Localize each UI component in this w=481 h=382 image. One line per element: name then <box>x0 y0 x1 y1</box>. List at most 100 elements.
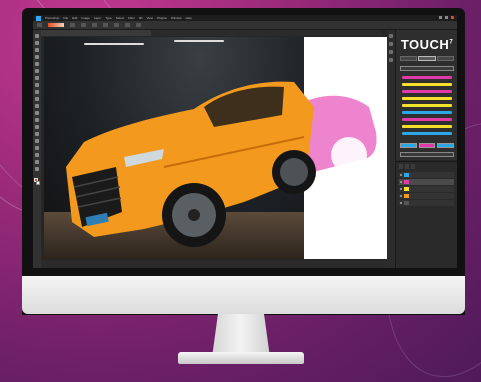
zoom-tool[interactable] <box>35 167 39 171</box>
menu-help[interactable]: Help <box>186 16 192 20</box>
menu-plugins[interactable]: Plugins <box>157 16 167 20</box>
history-brush-tool[interactable] <box>35 97 39 101</box>
touch-color-swatch[interactable] <box>402 125 452 128</box>
touch-grid-swatch[interactable] <box>437 143 455 148</box>
brush-tool[interactable] <box>35 83 39 87</box>
tools-panel <box>33 30 41 268</box>
libraries-panel-icon[interactable] <box>389 58 393 62</box>
touch-grid-swatch[interactable] <box>418 143 436 148</box>
document-tab-bar <box>41 30 381 36</box>
layer-row[interactable] <box>399 186 454 192</box>
marquee-tool[interactable] <box>35 41 39 45</box>
layer-row[interactable] <box>399 193 454 199</box>
path-selection-tool[interactable] <box>35 146 39 150</box>
front-wheel-hub <box>188 209 200 221</box>
healing-tool[interactable] <box>35 76 39 80</box>
touch-search-field[interactable] <box>400 66 454 71</box>
options-bar <box>33 21 457 30</box>
menu-type[interactable]: Type <box>105 16 112 20</box>
menu-view[interactable]: View <box>147 16 153 20</box>
eye-icon[interactable] <box>400 195 402 197</box>
menu-edit[interactable]: Edit <box>72 16 77 20</box>
reverse-checkbox[interactable] <box>125 23 130 27</box>
status-bar <box>41 260 387 268</box>
mode-dropdown[interactable] <box>103 23 108 27</box>
touch-color-swatch[interactable] <box>402 90 452 93</box>
dither-checkbox[interactable] <box>136 23 141 27</box>
opacity-field[interactable] <box>114 23 119 27</box>
touch-grid-swatch[interactable] <box>400 143 417 148</box>
magic-wand-tool[interactable] <box>35 55 39 59</box>
gradient-tool[interactable] <box>35 111 39 115</box>
tab-layers[interactable] <box>399 164 403 169</box>
menu-file[interactable]: File <box>63 16 68 20</box>
layer-row[interactable] <box>399 179 454 185</box>
window-minimize-icon[interactable] <box>439 16 442 19</box>
menu-window[interactable]: Window <box>171 16 182 20</box>
color-picker[interactable] <box>34 178 40 185</box>
history-panel-icon[interactable] <box>389 34 393 38</box>
type-tool[interactable] <box>35 139 39 143</box>
window-close-icon[interactable] <box>451 16 454 19</box>
touch-apply-button[interactable] <box>400 152 454 157</box>
touch-color-swatch[interactable] <box>402 83 452 86</box>
document-tab[interactable] <box>41 30 151 36</box>
document-canvas[interactable] <box>44 37 387 259</box>
touch-logo-version: 7 <box>449 39 454 46</box>
background-color-swatch[interactable] <box>36 181 40 185</box>
menu-image[interactable]: Image <box>81 16 89 20</box>
rear-wheel-rim <box>280 158 308 186</box>
properties-panel-icon[interactable] <box>389 42 393 46</box>
menu-3d[interactable]: 3D <box>139 16 143 20</box>
menu-app-name[interactable]: Photoshop <box>45 16 59 20</box>
menu-filter[interactable]: Filter <box>128 16 135 20</box>
layer-row[interactable] <box>399 172 454 178</box>
crop-tool[interactable] <box>35 62 39 66</box>
layer-thumbnail <box>404 187 409 191</box>
gradient-type-angle[interactable] <box>92 23 97 27</box>
layer-thumbnail <box>404 180 409 184</box>
eraser-tool[interactable] <box>35 104 39 108</box>
monitor-stand-base <box>178 352 304 364</box>
shape-tool[interactable] <box>35 153 39 157</box>
menu-select[interactable]: Select <box>116 16 124 20</box>
touch-color-swatch[interactable] <box>402 76 452 79</box>
panel-icon-strip <box>387 30 395 268</box>
hand-tool[interactable] <box>35 160 39 164</box>
touch-color-swatch[interactable] <box>402 104 452 107</box>
menu-layer[interactable]: Layer <box>94 16 102 20</box>
layer-row[interactable] <box>399 200 454 206</box>
touch-tab-2[interactable] <box>418 56 436 61</box>
tab-channels[interactable] <box>405 164 409 169</box>
window-maximize-icon[interactable] <box>445 16 448 19</box>
tab-paths[interactable] <box>411 164 415 169</box>
move-tool[interactable] <box>35 34 39 38</box>
eye-icon[interactable] <box>400 181 402 183</box>
eye-icon[interactable] <box>400 188 402 190</box>
gradient-type-radial[interactable] <box>81 23 86 27</box>
monitor-chin <box>22 276 465 314</box>
pen-tool[interactable] <box>35 132 39 136</box>
eye-icon[interactable] <box>400 202 402 204</box>
tool-preset-picker[interactable] <box>37 23 42 27</box>
touch-color-swatch[interactable] <box>402 118 452 121</box>
gradient-type-linear[interactable] <box>70 23 75 27</box>
touch-swatch-grid <box>400 143 455 148</box>
blur-tool[interactable] <box>35 118 39 122</box>
photoshop-logo-icon[interactable] <box>36 15 41 21</box>
adjustments-panel-icon[interactable] <box>389 50 393 54</box>
touch-color-swatch[interactable] <box>402 111 452 114</box>
lasso-tool[interactable] <box>35 48 39 52</box>
gradient-swatch-icon[interactable] <box>48 23 64 27</box>
touch-tab-3[interactable] <box>436 56 454 61</box>
eye-icon[interactable] <box>400 174 402 176</box>
layers-panel <box>395 161 457 268</box>
dodge-tool[interactable] <box>35 125 39 129</box>
car-illustration <box>66 81 377 247</box>
eyedropper-tool[interactable] <box>35 69 39 73</box>
touch-tab-1[interactable] <box>400 56 418 61</box>
touch-color-swatch[interactable] <box>402 132 452 135</box>
touch-color-swatch[interactable] <box>402 97 452 100</box>
clone-stamp-tool[interactable] <box>35 90 39 94</box>
layers-panel-tabs <box>396 162 457 171</box>
